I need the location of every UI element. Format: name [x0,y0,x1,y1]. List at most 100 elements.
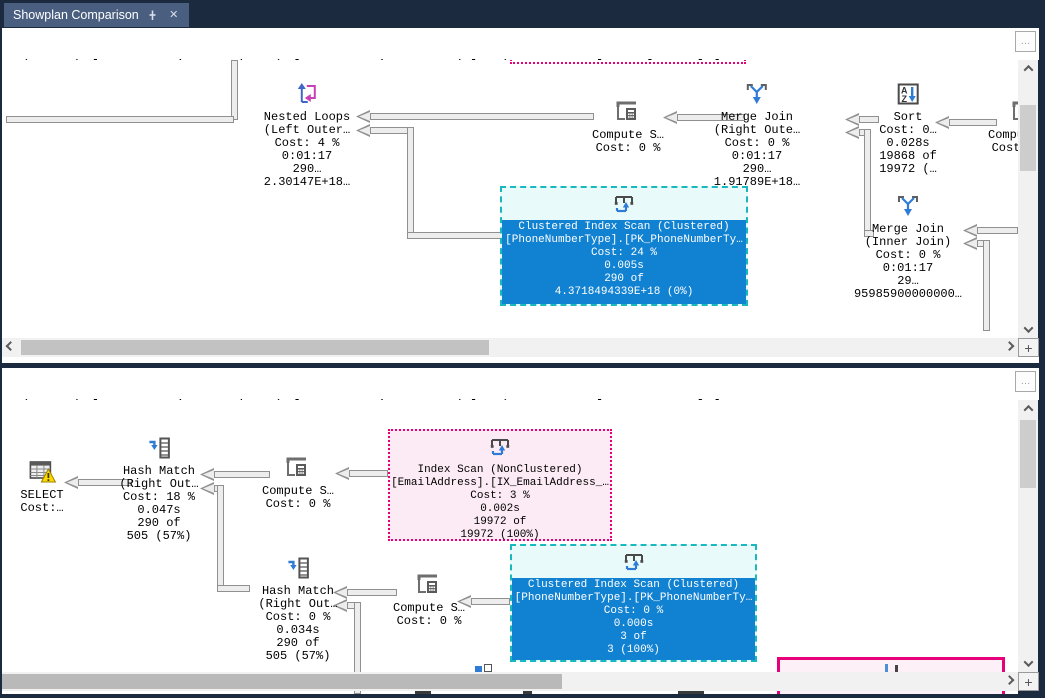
scroll-right-button[interactable] [1001,338,1018,357]
chevron-down-icon [1023,657,1033,667]
clustered-index-scan-node[interactable]: Clustered Index Scan (Clustered)[PhoneNu… [500,186,748,306]
node-detail: 95985900000000… [854,288,962,301]
scroll-left-button[interactable] [2,338,19,357]
plan2-expand-button[interactable]: … [1015,371,1036,392]
scrollbar-thumb[interactable] [1020,420,1036,488]
plan1-canvas[interactable]: Nested Loops(Left Outer…Cost: 4 %0:01:17… [2,60,1018,358]
node-detail: 505 (57%) [258,650,337,663]
hash-match-right-outer-node-2[interactable]: Hash Match(Right Out…Cost: 0 %0.034s290 … [258,554,337,663]
merge-join-right-outer-node[interactable]: Merge Join(Right Oute…Cost: 0 %0:01:1729… [714,80,800,189]
scroll-down-button[interactable] [1018,655,1038,672]
plan-connector [231,60,238,120]
plan-arrowhead-icon [335,467,349,480]
merge-join-inner-node[interactable]: Merge Join(Inner Join)Cost: 0 %0:01:1729… [854,192,962,301]
tab-bar: Showplan Comparison ✕ [2,0,1039,27]
plan2-canvas[interactable]: SELECTCost:… Hash Match(Right Out…Cost: 1… [2,400,1018,694]
scrollbar-track[interactable] [19,338,1001,357]
plan-arrowhead-icon [845,113,859,126]
plan-connector [370,113,594,120]
scrollbar-thumb[interactable] [2,674,562,689]
compute-scalar-node[interactable]: Compute S…Cost: 0 % [592,98,664,155]
offscreen-selected-node-outline[interactable] [510,60,746,64]
scrollbar-track[interactable] [1018,417,1038,655]
node-label: Index Scan (NonClustered) [390,464,610,477]
plan1-horizontal-scrollbar[interactable] [2,338,1018,357]
scrollbar-track[interactable] [2,672,1001,691]
svg-text:Z: Z [901,94,907,104]
close-icon[interactable]: ✕ [167,8,181,22]
node-label: 3 of [512,631,755,644]
node-label: 19972 of [390,516,610,529]
plan-arrowhead-icon [64,476,78,489]
node-label: [PhoneNumberType].[PK_PhoneNumberTy… [502,234,746,247]
scroll-up-button[interactable] [1018,60,1038,77]
sort-node[interactable]: AZSortCost: 0…0.028s19868 of19972 (… [879,80,937,176]
nested-loops-icon [264,80,350,111]
scrollbar-track[interactable] [1018,77,1038,321]
pin-icon[interactable] [146,8,160,22]
hash-match-icon [258,554,337,585]
node-detail: Cost: 0 % [988,142,1018,155]
plan-connector [983,240,990,331]
plan2-horizontal-scrollbar[interactable] [2,672,1018,691]
plan-connector [471,598,510,605]
node-text: Clustered Index Scan (Clustered)[PhoneNu… [512,578,755,660]
clustered-index-scan-node-2[interactable]: Clustered Index Scan (Clustered)[PhoneNu… [510,544,757,662]
plan-arrowhead-icon [935,116,949,129]
chevron-down-icon [1023,323,1033,333]
node-label: 4.3718494339E+18 (0%) [502,286,746,299]
compute-scalar-node-2[interactable]: Compute S…Cost: 0 % [393,571,465,628]
plan1-zoom-in-button[interactable]: + [1018,338,1039,357]
node-label: Clustered Index Scan (Clustered) [512,579,755,592]
plan-arrowhead-icon [845,126,859,139]
select-warning-icon [20,458,63,489]
scrollbar-thumb[interactable] [21,340,489,355]
index-scan-icon [502,188,746,220]
plan-arrowhead-icon [200,482,214,495]
node-detail: 505 (57%) [119,530,198,543]
node-label: [EmailAddress].[IX_EmailAddress_… [390,477,610,490]
sort-icon: AZ [879,80,937,111]
plan-arrowhead-icon [963,237,977,250]
plan-connector [407,232,501,239]
plan-arrowhead-icon [663,111,677,124]
plan-connector [6,116,234,123]
node-label: [PhoneNumberType].[PK_PhoneNumberTy… [512,592,755,605]
plan1-vertical-scrollbar[interactable] [1018,60,1038,338]
node-label: Cost: 0 % [512,605,755,618]
tab-label: Showplan Comparison [13,8,139,22]
plan-arrowhead-icon [963,224,977,237]
chevron-right-icon [1005,341,1015,351]
compute-scalar-clipped-node[interactable]: Compute S…Cost: 0 % [988,98,1018,155]
compute-scalar-icon [262,454,334,485]
plan-connector [347,589,397,596]
plan2-zoom-in-button[interactable]: + [1018,672,1039,691]
compute-scalar-node-1[interactable]: Compute S…Cost: 0 % [262,454,334,511]
index-scan-icon [512,546,755,578]
plan-connector [217,485,224,590]
hash-match-icon [119,434,198,465]
showplan-comparison-window: Showplan Comparison ✕ D:\Demos\Plan Comp… [0,0,1045,698]
chevron-right-icon [1005,675,1015,685]
chevron-up-icon [1023,405,1033,415]
node-detail: Cost: 0 % [393,615,465,628]
tab-showplan-comparison[interactable]: Showplan Comparison ✕ [4,3,189,27]
select-node[interactable]: SELECTCost:… [20,458,63,515]
plan-arrowhead-icon [356,124,370,137]
merge-join-icon [854,192,962,223]
scroll-down-button[interactable] [1018,321,1038,338]
plan2-vertical-scrollbar[interactable] [1018,400,1038,672]
node-label: Cost: 3 % [390,490,610,503]
plan-connector [859,116,879,123]
index-scan-nonclustered-node[interactable]: Index Scan (NonClustered)[EmailAddress].… [388,429,612,541]
plan1-header: D:\Demos\Plan Comparison and QDS\Plan Co… [2,28,1039,60]
hash-match-right-outer-node-1[interactable]: Hash Match(Right Out…Cost: 18 %0.047s290… [119,434,198,543]
scrollbar-thumb[interactable] [1020,105,1036,171]
plan1-expand-button[interactable]: … [1015,31,1036,52]
scroll-right-button[interactable] [1001,672,1018,691]
node-label: Cost:… [20,502,63,515]
nested-loops-node[interactable]: Nested Loops(Left Outer…Cost: 4 %0:01:17… [264,80,350,189]
scroll-up-button[interactable] [1018,400,1038,417]
plan2-header: D:\Demos\Plan Comparison and QDS\Plan Co… [2,368,1039,400]
node-label: 3 (100%) [512,644,755,657]
